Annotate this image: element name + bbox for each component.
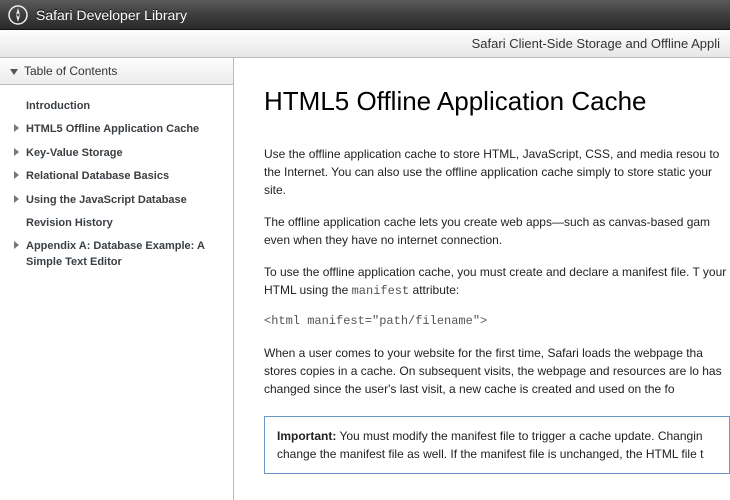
chevron-right-icon [14, 124, 19, 132]
chevron-right-icon [14, 148, 19, 156]
paragraph-4: When a user comes to your website for th… [264, 344, 730, 398]
triangle-down-icon [10, 69, 18, 75]
paragraph-1: Use the offline application cache to sto… [264, 145, 730, 199]
body-container: Table of Contents Introduction HTML5 Off… [0, 58, 730, 500]
compass-icon [8, 5, 28, 25]
toc-list: Introduction HTML5 Offline Application C… [0, 85, 233, 284]
chevron-right-icon [14, 195, 19, 203]
toc-item-relational-db[interactable]: Relational Database Basics [12, 165, 221, 188]
toc-label: Table of Contents [24, 64, 117, 78]
chevron-right-icon [14, 171, 19, 179]
important-note: Important: You must modify the manifest … [264, 416, 730, 474]
main-content: HTML5 Offline Application Cache Use the … [234, 57, 730, 500]
toc-item-introduction[interactable]: Introduction [12, 95, 221, 118]
inline-code-manifest: manifest [352, 284, 410, 298]
breadcrumb-bar: Safari Client-Side Storage and Offline A… [0, 30, 730, 58]
toc-item-js-database[interactable]: Using the JavaScript Database [12, 189, 221, 212]
note-text: You must modify the manifest file to tri… [277, 429, 703, 461]
toc-item-key-value[interactable]: Key-Value Storage [12, 142, 221, 165]
toc-item-appendix-a[interactable]: Appendix A: Database Example: A Simple T… [12, 235, 221, 274]
breadcrumb-text: Safari Client-Side Storage and Offline A… [472, 36, 720, 51]
note-label: Important: [277, 429, 336, 443]
header-bar: Safari Developer Library [0, 0, 730, 30]
paragraph-3: To use the offline application cache, yo… [264, 263, 730, 300]
sidebar: Table of Contents Introduction HTML5 Off… [0, 58, 234, 500]
toc-item-offline-cache[interactable]: HTML5 Offline Application Cache [12, 118, 221, 141]
toc-item-revision-history[interactable]: Revision History [12, 212, 221, 235]
chevron-right-icon [14, 241, 19, 249]
toc-toggle[interactable]: Table of Contents [0, 58, 233, 85]
page-title: HTML5 Offline Application Cache [264, 86, 730, 117]
library-title: Safari Developer Library [36, 7, 187, 23]
paragraph-2: The offline application cache lets you c… [264, 213, 730, 249]
code-block-html-manifest: <html manifest="path/filename"> [264, 314, 730, 328]
